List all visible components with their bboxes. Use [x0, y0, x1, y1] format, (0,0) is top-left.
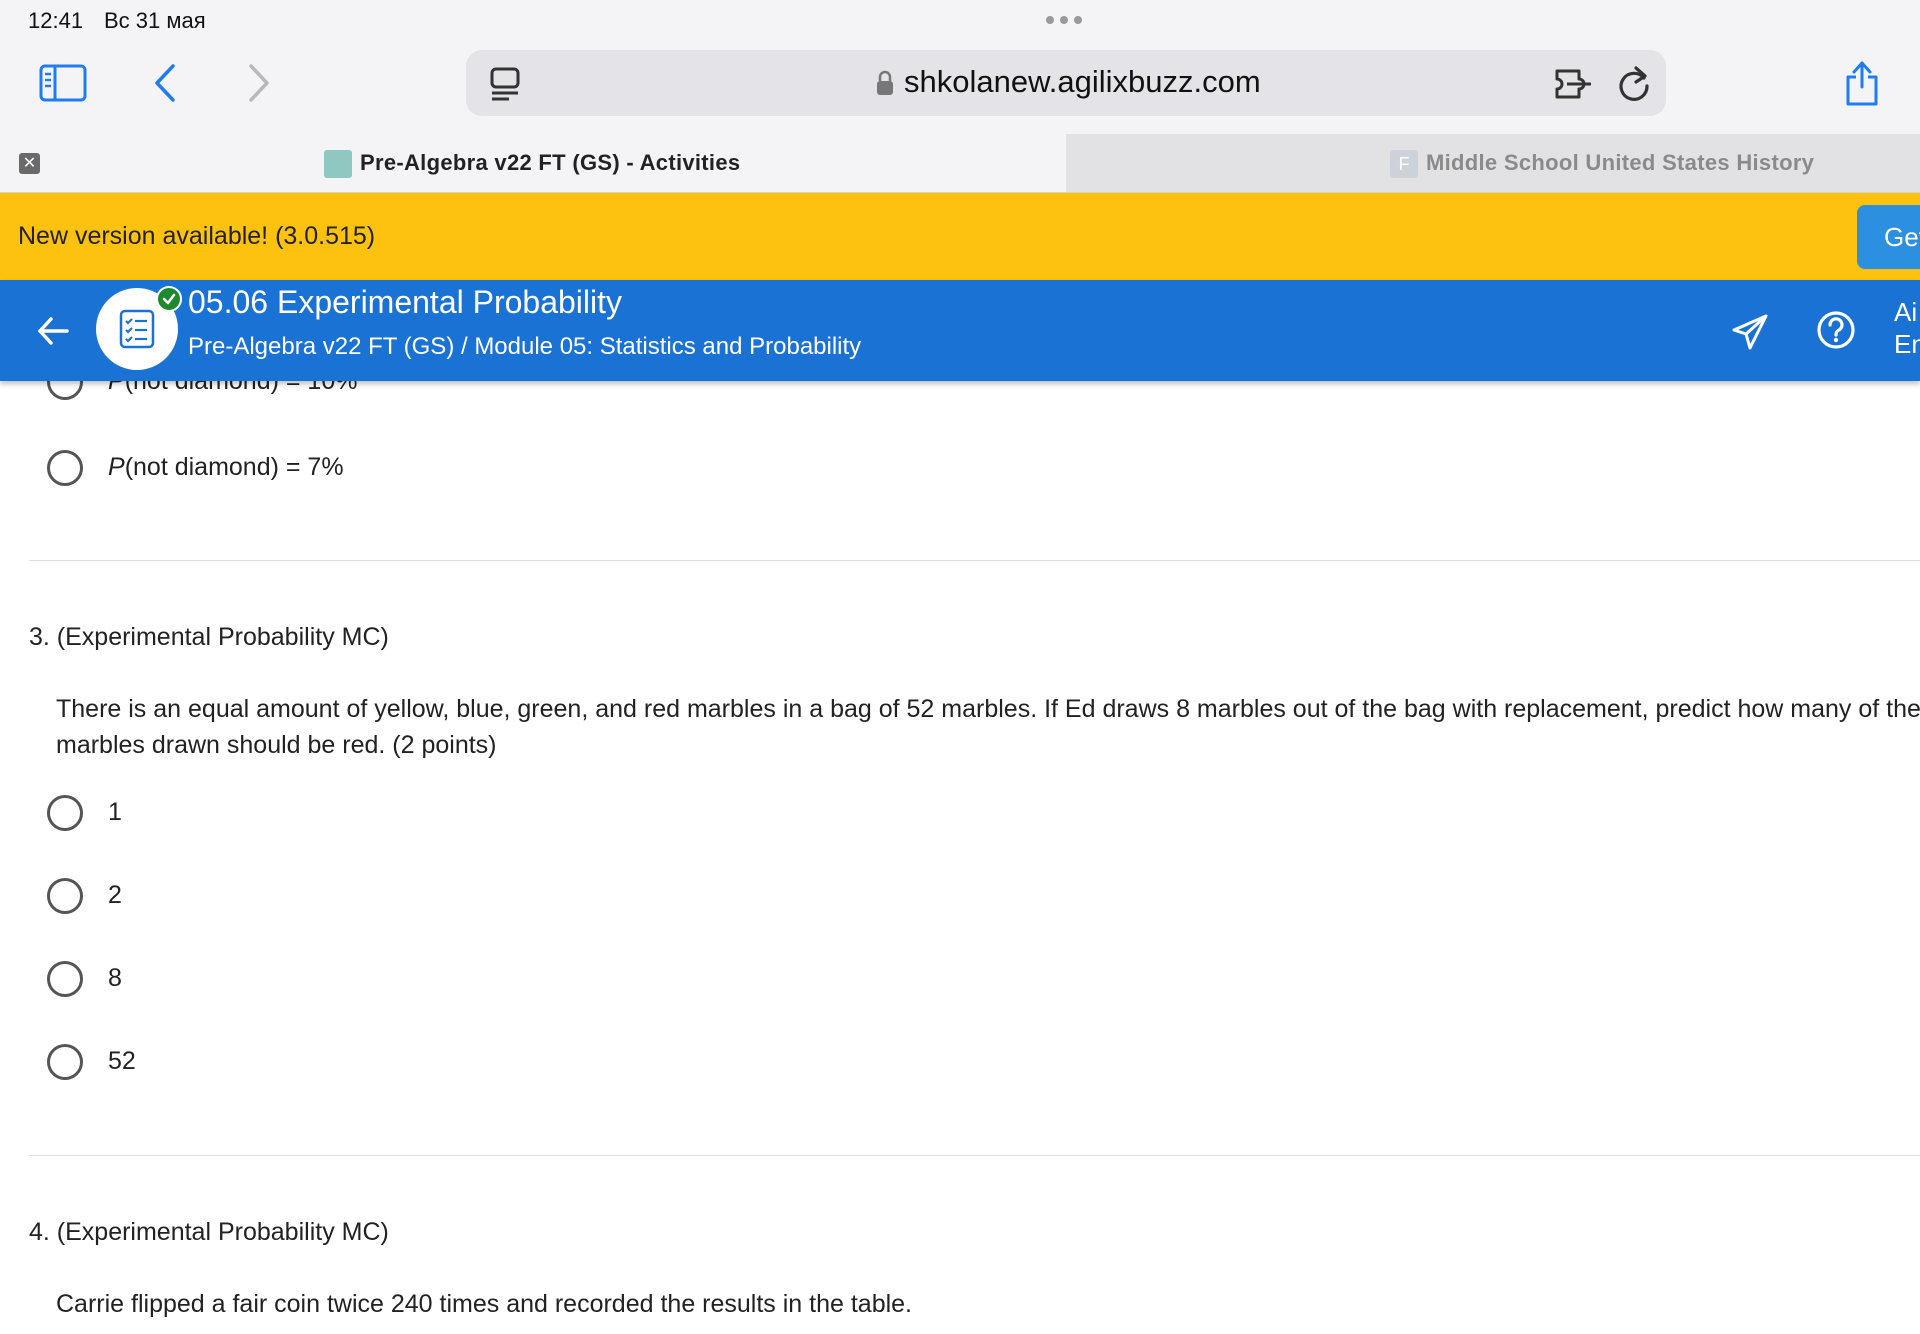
q4-prompt: Carrie flipped a fair coin twice 240 tim… — [56, 1290, 913, 1318]
reader-icon[interactable] — [488, 64, 522, 104]
back-nav-icon[interactable] — [150, 62, 180, 104]
q2-option-2-text: (not diamond) = 7% — [124, 453, 344, 481]
back-arrow-icon[interactable] — [34, 312, 72, 350]
q3-option-3-label: 8 — [108, 964, 122, 992]
question-divider — [29, 560, 1920, 561]
extension-icon[interactable] — [1552, 64, 1596, 104]
radio-q2-option-2[interactable] — [47, 450, 83, 486]
bee-favicon-icon — [324, 150, 352, 178]
get-update-button[interactable]: Get — [1857, 205, 1920, 269]
q3-option-1-label: 1 — [108, 798, 122, 826]
url-text[interactable]: shkolanew.agilixbuzz.com — [904, 64, 1261, 100]
q4-heading: 4. (Experimental Probability MC) — [29, 1218, 389, 1246]
share-icon[interactable] — [1842, 56, 1882, 108]
update-banner-text: New version available! (3.0.515) — [18, 222, 376, 250]
radio-q3-option-3[interactable] — [47, 961, 83, 997]
breadcrumb[interactable]: Pre-Algebra v22 FT (GS) / Module 05: Sta… — [188, 333, 861, 361]
close-tab-icon[interactable]: ✕ — [19, 153, 40, 174]
radio-q3-option-2[interactable] — [47, 878, 83, 914]
help-icon[interactable] — [1814, 308, 1858, 352]
q2-option-2-label: P(not diamond) = 7% — [108, 453, 344, 482]
forward-nav-icon[interactable] — [244, 62, 274, 104]
completed-check-icon — [156, 286, 182, 312]
lock-icon — [874, 68, 896, 98]
q3-heading: 3. (Experimental Probability MC) — [29, 623, 389, 651]
page-title: 05.06 Experimental Probability — [188, 284, 623, 320]
q3-prompt: There is an equal amount of yellow, blue… — [56, 695, 1920, 759]
status-date: Вс 31 мая — [104, 8, 206, 33]
q3-option-4-label: 52 — [108, 1047, 136, 1075]
reload-icon[interactable] — [1614, 62, 1654, 106]
checklist-icon — [119, 309, 155, 349]
send-icon[interactable] — [1728, 310, 1772, 354]
sidebar-icon[interactable] — [38, 62, 88, 104]
favicon-f-icon: F — [1390, 150, 1418, 178]
tab-label-active[interactable]: Pre-Algebra v22 FT (GS) - Activities — [360, 150, 740, 176]
header-right-line-2: En — [1894, 329, 1920, 359]
multitasking-dots-icon[interactable] — [1046, 16, 1082, 24]
q3-option-2-label: 2 — [108, 881, 122, 909]
header-right-text[interactable]: Ai En — [1894, 296, 1920, 360]
status-time: 12:41 — [28, 8, 84, 33]
radio-q3-option-1[interactable] — [47, 795, 83, 831]
radio-q3-option-4[interactable] — [47, 1044, 83, 1080]
q2-option-2-var: P — [108, 453, 125, 481]
question-divider — [29, 1155, 1920, 1156]
tab-label-inactive[interactable]: Middle School United States History — [1426, 150, 1814, 176]
header-right-line-1: Ai — [1894, 297, 1918, 327]
status-bar — [0, 0, 1920, 44]
